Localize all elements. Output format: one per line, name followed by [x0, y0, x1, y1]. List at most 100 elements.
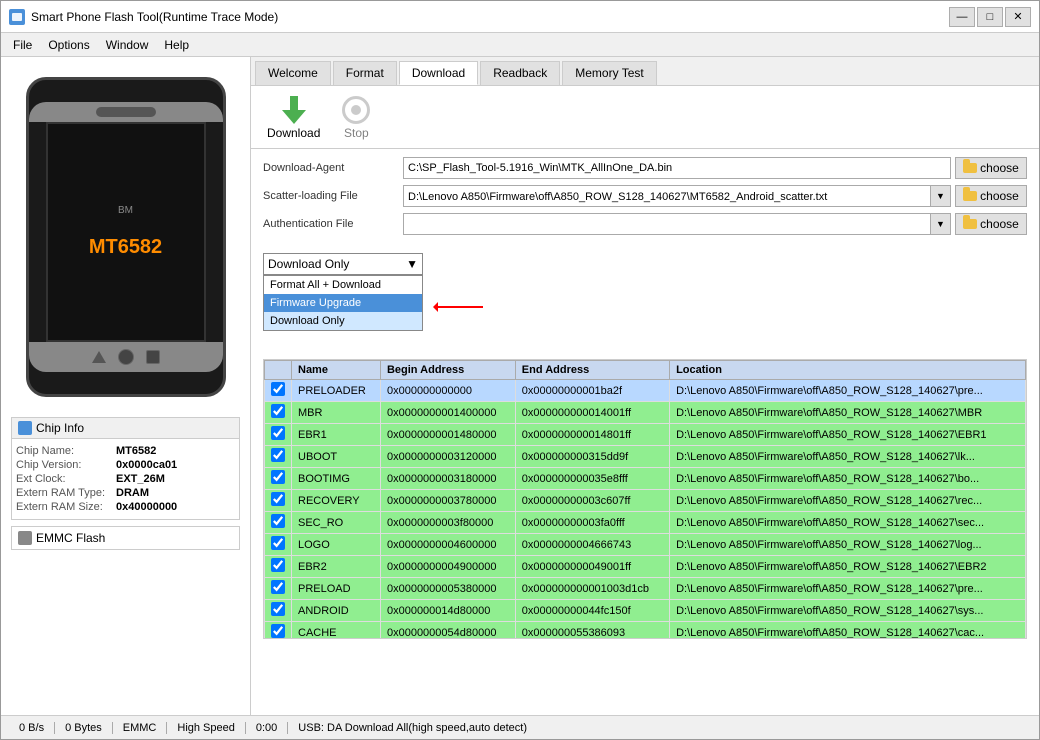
- emmc-label: EMMC Flash: [36, 531, 105, 545]
- row-checkbox-2[interactable]: [265, 424, 292, 446]
- chip-row-3: Extern RAM Type: DRAM: [16, 487, 235, 499]
- phone-mockup: BM MT6582: [26, 77, 226, 397]
- auth-file-label: Authentication File: [263, 218, 403, 230]
- row-checkbox-7[interactable]: [265, 534, 292, 556]
- menu-file[interactable]: File: [5, 36, 40, 54]
- row-end-6: 0x00000000003fa0fff: [515, 512, 669, 534]
- scatter-loading-arrow[interactable]: ▼: [930, 186, 950, 206]
- row-checkbox-1[interactable]: [265, 402, 292, 424]
- window-controls: — □ ✕: [949, 7, 1031, 27]
- row-name-0: PRELOADER: [292, 380, 381, 402]
- row-checkbox-6[interactable]: [265, 512, 292, 534]
- chip-label-4: Extern RAM Size:: [16, 501, 116, 513]
- minimize-button[interactable]: —: [949, 7, 975, 27]
- row-name-5: RECOVERY: [292, 490, 381, 512]
- row-end-1: 0x000000000014001ff: [515, 402, 669, 424]
- chip-value-0: MT6582: [116, 445, 156, 457]
- download-button[interactable]: Download: [267, 94, 320, 140]
- folder-icon-0: [963, 163, 977, 173]
- mode-dropdown-menu: Format All + Download Firmware Upgrade D…: [263, 275, 423, 331]
- table-row: CACHE 0x0000000054d80000 0x0000000553860…: [265, 622, 1026, 640]
- main-window: Smart Phone Flash Tool(Runtime Trace Mod…: [0, 0, 1040, 740]
- scatter-loading-choose[interactable]: choose: [955, 185, 1027, 207]
- chip-value-4: 0x40000000: [116, 501, 177, 513]
- row-location-5: D:\Lenovo A850\Firmware\off\A850_ROW_S12…: [670, 490, 1026, 512]
- file-table[interactable]: Name Begin Address End Address Location …: [263, 359, 1027, 639]
- row-location-11: D:\Lenovo A850\Firmware\off\A850_ROW_S12…: [670, 622, 1026, 640]
- menu-options[interactable]: Options: [40, 36, 97, 54]
- row-end-11: 0x000000055386093: [515, 622, 669, 640]
- left-panel: BM MT6582 Chip Info Chip: [1, 57, 251, 715]
- toolbar: Download Stop: [251, 86, 1039, 149]
- maximize-button[interactable]: □: [977, 7, 1003, 27]
- tab-format[interactable]: Format: [333, 61, 397, 85]
- row-checkbox-10[interactable]: [265, 600, 292, 622]
- dropdown-option-1[interactable]: Firmware Upgrade: [264, 294, 422, 312]
- phone-top: [29, 102, 223, 122]
- row-location-6: D:\Lenovo A850\Firmware\off\A850_ROW_S12…: [670, 512, 1026, 534]
- auth-file-select: ▼: [403, 213, 951, 235]
- row-checkbox-3[interactable]: [265, 446, 292, 468]
- row-begin-3: 0x0000000003120000: [380, 446, 515, 468]
- auth-file-choose[interactable]: choose: [955, 213, 1027, 235]
- col-end: End Address: [515, 361, 669, 380]
- chip-label-0: Chip Name:: [16, 445, 116, 457]
- row-end-2: 0x000000000014801ff: [515, 424, 669, 446]
- dropdown-option-0[interactable]: Format All + Download: [264, 276, 422, 294]
- title-bar: Smart Phone Flash Tool(Runtime Trace Mod…: [1, 1, 1039, 33]
- mode-dropdown-area: Download Only ▼ Format All + Download Fi…: [263, 253, 1027, 275]
- row-begin-2: 0x0000000001480000: [380, 424, 515, 446]
- row-checkbox-8[interactable]: [265, 556, 292, 578]
- row-location-7: D:\Lenovo A850\Firmware\off\A850_ROW_S12…: [670, 534, 1026, 556]
- row-begin-7: 0x0000000004600000: [380, 534, 515, 556]
- dropdown-option-2[interactable]: Download Only: [264, 312, 422, 330]
- row-location-0: D:\Lenovo A850\Firmware\off\A850_ROW_S12…: [670, 380, 1026, 402]
- scatter-loading-label: Scatter-loading File: [263, 190, 403, 202]
- tab-bar: Welcome Format Download Readback Memory …: [251, 57, 1039, 86]
- status-bytes: 0 Bytes: [55, 722, 113, 734]
- stop-icon: [340, 94, 372, 126]
- chip-info-header: Chip Info: [12, 418, 239, 439]
- download-agent-input[interactable]: [403, 157, 951, 179]
- chip-value-3: DRAM: [116, 487, 149, 499]
- tab-welcome[interactable]: Welcome: [255, 61, 331, 85]
- table-row: UBOOT 0x0000000003120000 0x000000000315d…: [265, 446, 1026, 468]
- row-name-6: SEC_RO: [292, 512, 381, 534]
- row-end-3: 0x000000000315dd9f: [515, 446, 669, 468]
- tab-readback[interactable]: Readback: [480, 61, 560, 85]
- menu-window[interactable]: Window: [98, 36, 157, 54]
- row-checkbox-5[interactable]: [265, 490, 292, 512]
- row-checkbox-9[interactable]: [265, 578, 292, 600]
- row-checkbox-11[interactable]: [265, 622, 292, 640]
- mode-dropdown[interactable]: Download Only ▼: [263, 253, 423, 275]
- stop-button[interactable]: Stop: [340, 94, 372, 140]
- download-agent-choose[interactable]: choose: [955, 157, 1027, 179]
- col-name: Name: [292, 361, 381, 380]
- menu-help[interactable]: Help: [156, 36, 197, 54]
- row-location-2: D:\Lenovo A850\Firmware\off\A850_ROW_S12…: [670, 424, 1026, 446]
- row-begin-5: 0x0000000003780000: [380, 490, 515, 512]
- mode-dropdown-arrow: ▼: [406, 257, 418, 271]
- chip-label-1: Chip Version:: [16, 459, 116, 471]
- close-button[interactable]: ✕: [1005, 7, 1031, 27]
- tab-memory-test[interactable]: Memory Test: [562, 61, 656, 85]
- tab-download[interactable]: Download: [399, 61, 478, 85]
- row-checkbox-0[interactable]: [265, 380, 292, 402]
- status-time: 0:00: [246, 722, 288, 734]
- menu-bar: File Options Window Help: [1, 33, 1039, 57]
- scatter-loading-select: D:\Lenovo A850\Firmware\off\A850_ROW_S12…: [403, 185, 951, 207]
- auth-file-arrow[interactable]: ▼: [930, 214, 950, 234]
- chip-value-2: EXT_26M: [116, 473, 165, 485]
- phone-model: MT6582: [89, 236, 162, 259]
- phone-menu-btn: [146, 350, 160, 364]
- col-begin: Begin Address: [380, 361, 515, 380]
- table-row: ANDROID 0x000000014d80000 0x00000000044f…: [265, 600, 1026, 622]
- col-location: Location: [670, 361, 1026, 380]
- row-checkbox-4[interactable]: [265, 468, 292, 490]
- table-row: PRELOAD 0x0000000005380000 0x00000000000…: [265, 578, 1026, 600]
- scatter-loading-row: Scatter-loading File D:\Lenovo A850\Firm…: [263, 185, 1027, 207]
- row-name-1: MBR: [292, 402, 381, 424]
- window-title: Smart Phone Flash Tool(Runtime Trace Mod…: [31, 10, 949, 24]
- auth-file-value: [404, 214, 930, 234]
- row-location-10: D:\Lenovo A850\Firmware\off\A850_ROW_S12…: [670, 600, 1026, 622]
